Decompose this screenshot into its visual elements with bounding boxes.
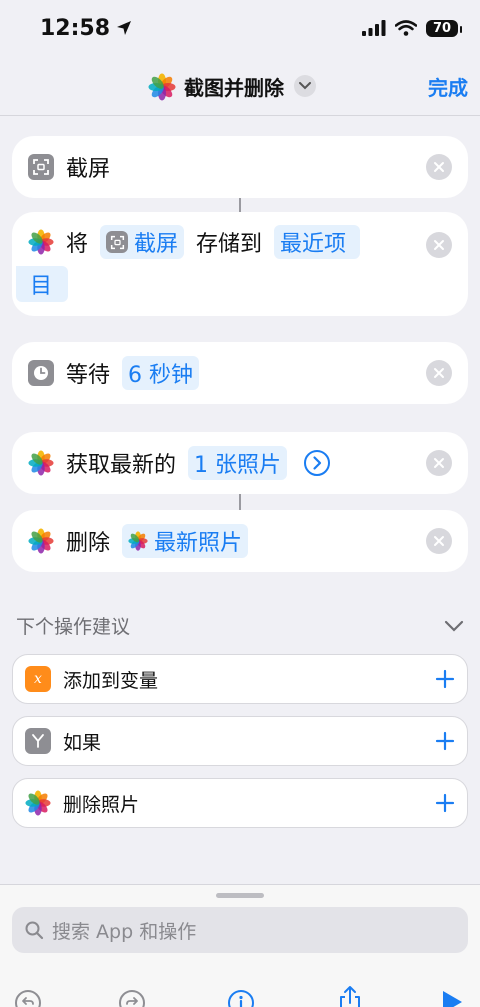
chevron-down-icon bbox=[294, 75, 316, 97]
location-arrow-icon bbox=[117, 21, 132, 35]
action-connector bbox=[239, 198, 241, 212]
action-get-verb: 获取最新的 bbox=[66, 453, 177, 478]
screenshot-token-label: 截屏 bbox=[134, 232, 179, 257]
chevron-down-icon[interactable] bbox=[444, 620, 464, 632]
screenshot-icon bbox=[106, 231, 129, 253]
screenshot-icon bbox=[28, 154, 54, 180]
action-card-get-latest-photos[interactable]: 获取最新的 1 张照片 bbox=[12, 432, 468, 494]
cellular-signal-icon bbox=[362, 20, 386, 36]
suggestion-if[interactable]: 如果 bbox=[12, 716, 468, 766]
photo-count-token[interactable]: 1 张照片 bbox=[188, 446, 288, 480]
suggestions-header[interactable]: 下个操作建议 bbox=[16, 612, 464, 639]
action-save-mid: 存储到 bbox=[196, 232, 263, 257]
album-token[interactable]: 最近项 bbox=[274, 225, 361, 259]
shortcut-title: 截图并删除 bbox=[184, 75, 284, 100]
action-save-verb: 将 bbox=[66, 232, 89, 257]
suggestion-label: 删除照片 bbox=[63, 793, 140, 816]
photos-icon bbox=[28, 450, 54, 476]
sheet-grabber[interactable] bbox=[216, 893, 264, 898]
status-time: 12:58 bbox=[40, 15, 111, 41]
remove-action-button[interactable] bbox=[426, 232, 452, 258]
suggestion-label: 如果 bbox=[63, 731, 102, 754]
battery-indicator: 70 bbox=[426, 19, 462, 37]
done-button[interactable]: 完成 bbox=[428, 72, 468, 101]
plus-icon[interactable] bbox=[435, 793, 455, 813]
remove-action-button[interactable] bbox=[426, 450, 452, 476]
action-wait-verb: 等待 bbox=[66, 363, 111, 388]
search-placeholder: 搜索 App 和操作 bbox=[52, 920, 197, 943]
search-icon bbox=[25, 921, 44, 940]
run-play-icon[interactable] bbox=[440, 989, 464, 1007]
suggestions-title: 下个操作建议 bbox=[16, 616, 131, 638]
chevron-right-circle-icon[interactable] bbox=[303, 449, 331, 477]
remove-action-button[interactable] bbox=[426, 360, 452, 386]
plus-icon[interactable] bbox=[435, 731, 455, 751]
undo-icon[interactable] bbox=[14, 989, 42, 1007]
suggestion-label: 添加到变量 bbox=[63, 669, 159, 692]
latest-photos-token-label: 最新照片 bbox=[154, 531, 243, 556]
status-indicators: 70 bbox=[362, 19, 462, 37]
album-token-line1: 最近项 bbox=[280, 232, 347, 257]
action-screenshot-label: 截屏 bbox=[66, 157, 111, 182]
action-card-wait[interactable]: 等待 6 秒钟 bbox=[12, 342, 468, 404]
action-search-sheet: 搜索 App 和操作 bbox=[0, 884, 480, 1007]
action-connector bbox=[239, 494, 241, 510]
suggestion-add-to-variable[interactable]: x 添加到变量 bbox=[12, 654, 468, 704]
share-icon[interactable] bbox=[336, 985, 364, 1007]
redo-icon[interactable] bbox=[118, 989, 146, 1007]
variable-icon: x bbox=[25, 666, 51, 692]
nav-bar: 截图并删除 完成 bbox=[0, 56, 480, 116]
latest-photos-token[interactable]: 最新照片 bbox=[122, 524, 249, 558]
action-card-screenshot[interactable]: 截屏 bbox=[12, 136, 468, 198]
wait-duration-token[interactable]: 6 秒钟 bbox=[122, 356, 200, 390]
info-icon[interactable] bbox=[227, 989, 255, 1007]
action-card-save-to-album[interactable]: 将 截屏 存储到 最近项 目 bbox=[12, 212, 468, 316]
action-card-delete-photos[interactable]: 删除 最新照片 bbox=[12, 510, 468, 572]
status-bar: 12:58 70 bbox=[0, 0, 480, 56]
action-delete-verb: 删除 bbox=[66, 531, 111, 556]
if-icon bbox=[25, 728, 51, 754]
photos-icon bbox=[148, 73, 176, 101]
photos-icon bbox=[28, 528, 54, 554]
shortcut-title-button[interactable]: 截图并删除 bbox=[148, 68, 316, 104]
remove-action-button[interactable] bbox=[426, 154, 452, 180]
plus-icon[interactable] bbox=[435, 669, 455, 689]
remove-action-button[interactable] bbox=[426, 528, 452, 554]
status-time-group: 12:58 bbox=[40, 16, 362, 41]
album-token-continued[interactable]: 目 bbox=[16, 266, 69, 302]
photos-icon bbox=[25, 790, 51, 816]
search-input[interactable]: 搜索 App 和操作 bbox=[12, 907, 468, 953]
photos-icon bbox=[128, 531, 148, 551]
suggestion-delete-photos[interactable]: 删除照片 bbox=[12, 778, 468, 828]
photos-icon bbox=[28, 229, 54, 255]
clock-icon bbox=[28, 360, 54, 386]
album-token-line2: 目 bbox=[30, 274, 53, 299]
bottom-toolbar bbox=[0, 985, 480, 1007]
wifi-icon bbox=[395, 20, 417, 36]
screenshot-variable-token[interactable]: 截屏 bbox=[100, 225, 185, 259]
